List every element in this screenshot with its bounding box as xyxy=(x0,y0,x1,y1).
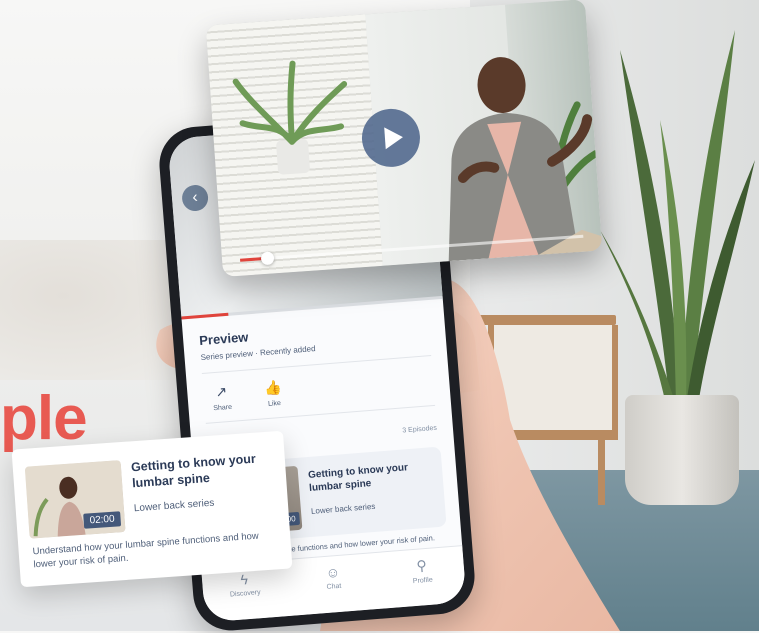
episode-series: Lower back series xyxy=(310,501,376,516)
tab-discovery[interactable]: ϟ Discovery xyxy=(214,569,276,600)
tab-profile[interactable]: ⚲ Profile xyxy=(391,555,453,587)
episode-title: Getting to know your lumbar spine xyxy=(307,462,409,494)
preview-subtitle: Series preview · Recently added xyxy=(200,344,316,363)
episode-card-series: Lower back series xyxy=(133,497,215,515)
video-scene-plant xyxy=(232,60,348,175)
episode-card-thumbnail: 02:00 xyxy=(24,460,126,539)
share-icon: ↗ xyxy=(214,383,228,401)
video-presenter xyxy=(448,57,603,262)
episode-card-duration: 02:00 xyxy=(83,511,122,529)
share-label: Share xyxy=(213,403,233,413)
chat-icon: ☺ xyxy=(325,563,341,581)
preview-title: Preview xyxy=(198,329,249,349)
episodes-count: 3 Episodes xyxy=(402,424,438,435)
play-icon xyxy=(383,126,404,150)
episode-card[interactable]: 02:00 Getting to know your lumbar spine … xyxy=(11,430,293,588)
person-icon: ⚲ xyxy=(415,557,428,574)
video-player[interactable] xyxy=(205,0,603,277)
background-plant-pot xyxy=(625,395,739,505)
headline-fragment: ple xyxy=(0,384,88,453)
thumbs-up-icon: 👍 xyxy=(263,378,283,397)
like-label: Like xyxy=(267,399,282,408)
episode-card-title: Getting to know your lumbar spine xyxy=(130,451,257,491)
share-button[interactable]: ↗ Share xyxy=(201,382,243,413)
like-button[interactable]: 👍 Like xyxy=(253,378,295,409)
tab-chat[interactable]: ☺ Chat xyxy=(302,562,364,593)
